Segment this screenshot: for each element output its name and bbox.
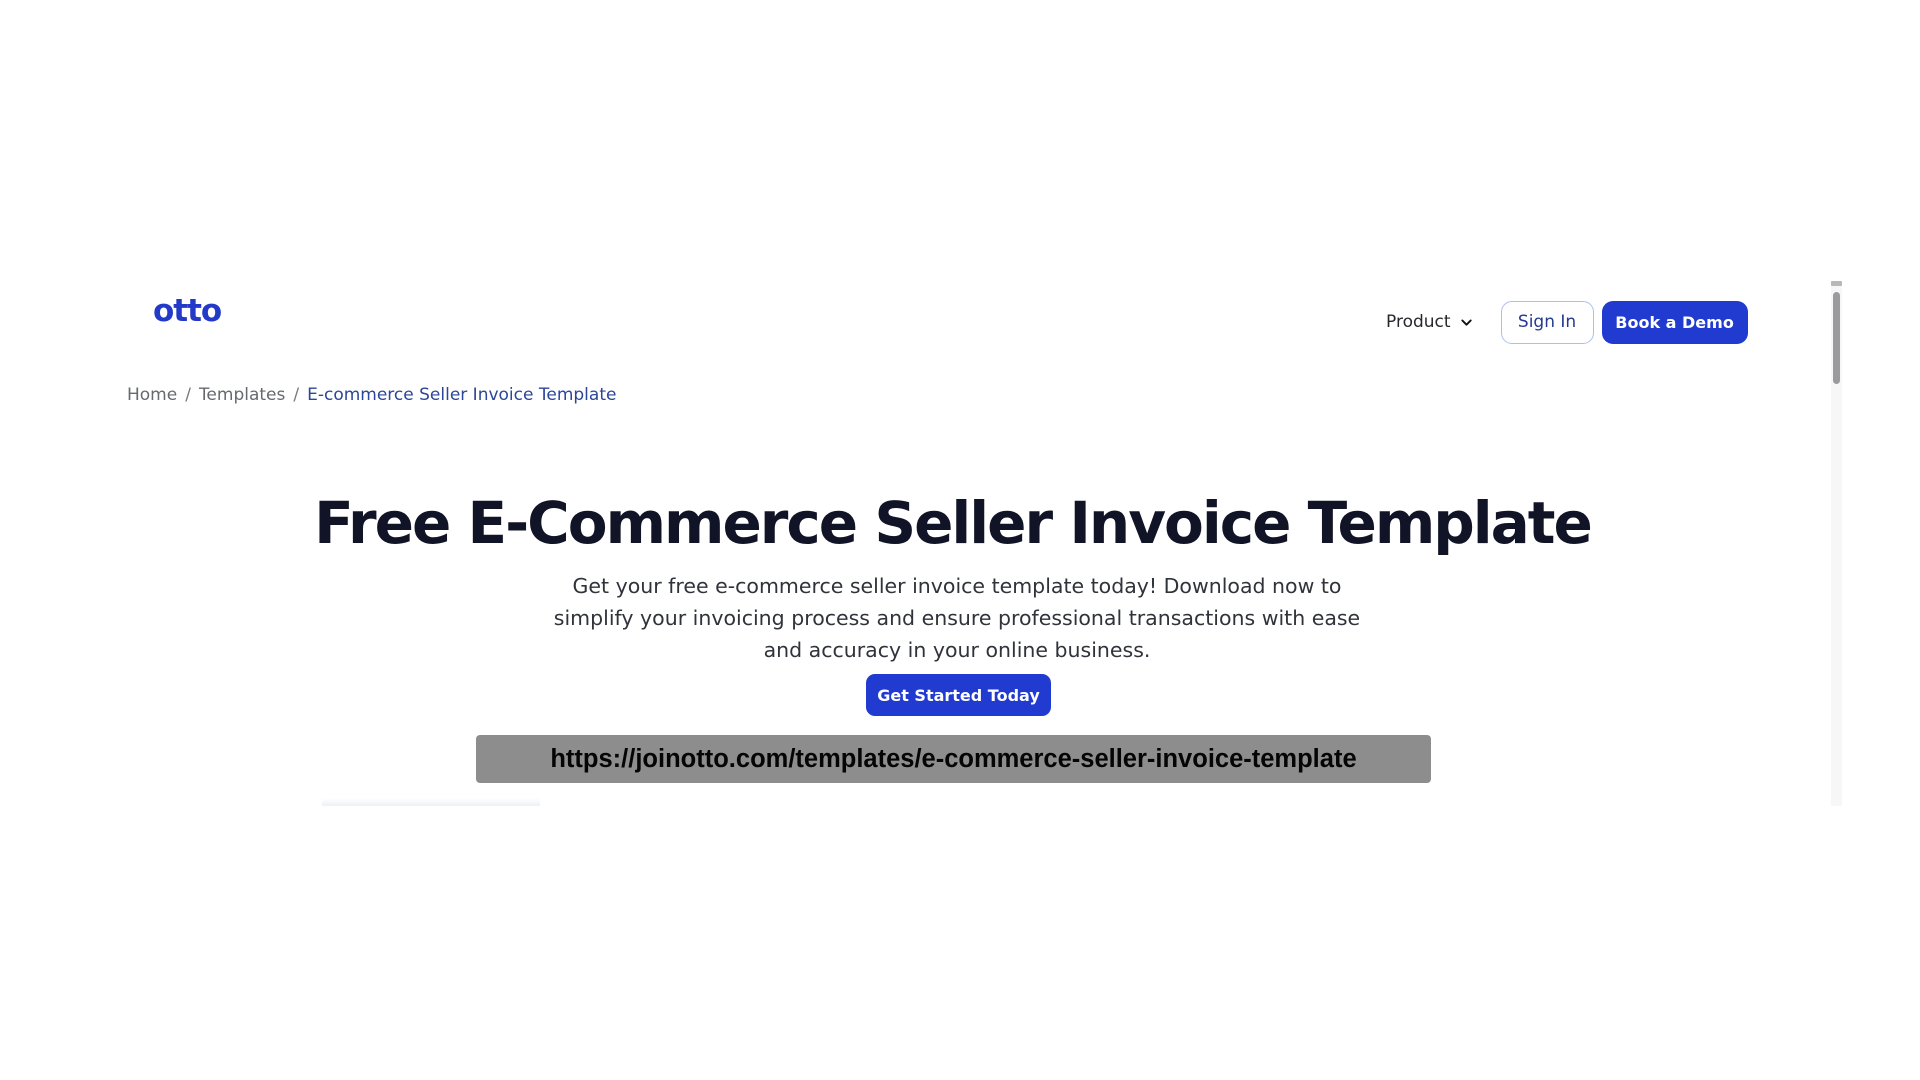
scrollbar-top-edge — [1831, 281, 1842, 286]
otto-logo[interactable]: otto — [153, 289, 233, 334]
product-menu-label: Product — [1386, 312, 1451, 332]
url-caption: https://joinotto.com/templates/e-commerc… — [476, 735, 1431, 783]
breadcrumb: Home / Templates / E-commerce Seller Inv… — [127, 384, 616, 406]
breadcrumb-separator: / — [185, 385, 191, 405]
sign-in-button[interactable]: Sign In — [1500, 300, 1594, 344]
page-title: Free E-Commerce Seller Invoice Template — [314, 488, 1593, 557]
screen: otto Product Sign In Book a Demo Home / … — [0, 0, 1920, 1080]
hero-description: Get your free e-commerce seller invoice … — [553, 573, 1361, 662]
web-page: otto Product Sign In Book a Demo Home / … — [0, 281, 1845, 806]
book-demo-button[interactable]: Book a Demo — [1601, 300, 1748, 344]
product-menu[interactable]: Product — [1386, 312, 1474, 332]
chevron-down-icon — [1460, 319, 1472, 326]
breadcrumb-templates-link[interactable]: Templates — [199, 385, 285, 405]
top-navigation: Product Sign In Book a Demo — [1380, 300, 1748, 344]
scrollbar-thumb[interactable] — [1833, 292, 1840, 384]
breadcrumb-separator: / — [293, 385, 300, 405]
breadcrumb-current-page: E-commerce Seller Invoice Template — [307, 385, 617, 405]
content-preview-edge — [322, 798, 540, 806]
breadcrumb-home-link[interactable]: Home — [127, 385, 177, 405]
get-started-button[interactable]: Get Started Today — [866, 674, 1051, 716]
